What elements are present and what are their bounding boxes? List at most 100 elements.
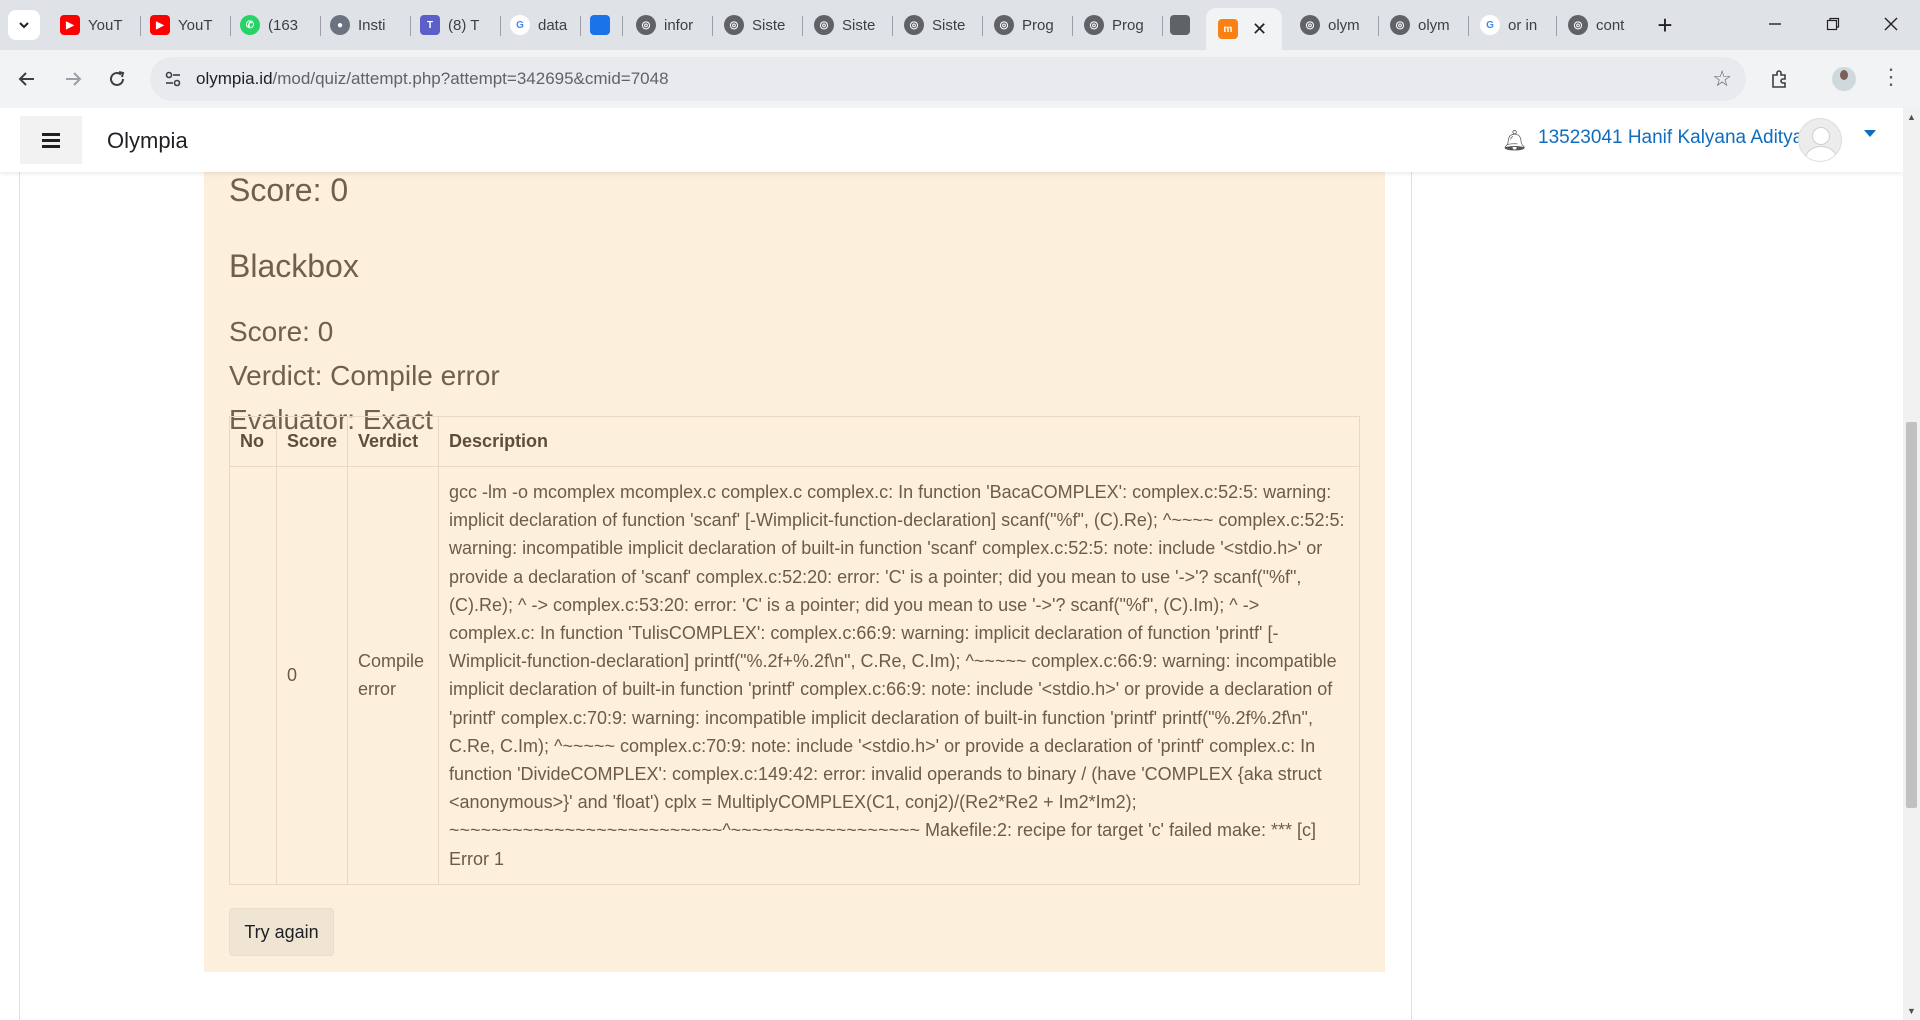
- google-icon: G: [510, 15, 530, 35]
- chevron-down-icon: [19, 22, 29, 29]
- browser-tab[interactable]: ◎ olym: [1290, 10, 1376, 40]
- globe-icon: ◎: [1390, 15, 1410, 35]
- scroll-up-arrow-icon[interactable]: ▲: [1907, 112, 1916, 122]
- browser-tab[interactable]: G or in: [1470, 10, 1556, 40]
- browser-tab[interactable]: ◎ Siste: [714, 10, 800, 40]
- globe-icon: ◎: [904, 15, 924, 35]
- extensions-icon[interactable]: [1766, 66, 1792, 92]
- tab-separator: [1072, 16, 1073, 36]
- browser-tab-strip: ▶ YouT ▶ YouT ✆ (163 ● Insti T (8) T G d…: [0, 0, 1920, 50]
- globe-icon: ◎: [1568, 15, 1588, 35]
- reload-button[interactable]: [100, 62, 134, 96]
- gray-square-icon: [1170, 15, 1190, 35]
- test-feedback-panel: Score: 0 Blackbox Score: 0 Verdict: Comp…: [204, 172, 1385, 972]
- back-button[interactable]: [10, 62, 44, 96]
- hamburger-icon: [42, 132, 60, 148]
- column-header-score: Score: [275, 416, 349, 467]
- tab-separator: [982, 16, 983, 36]
- teams-icon: T: [420, 15, 440, 35]
- notification-bell-icon[interactable]: 🔔︎: [1502, 128, 1527, 153]
- cell-verdict: Compile error: [347, 466, 440, 885]
- site-name[interactable]: Olympia: [107, 128, 188, 154]
- browser-menu-icon[interactable]: ⋮: [1880, 64, 1902, 90]
- try-again-button[interactable]: Try again: [229, 908, 334, 956]
- close-icon: [1884, 17, 1898, 31]
- google-icon: G: [1480, 15, 1500, 35]
- score-line: Score: 0: [229, 316, 334, 347]
- url-host: olympia.id: [196, 69, 273, 88]
- browser-tab[interactable]: G data: [500, 10, 586, 40]
- minimize-icon: [1769, 23, 1781, 25]
- results-table: No Score Verdict Description 0 Compile e…: [229, 416, 1360, 885]
- instagram-icon: ●: [330, 15, 350, 35]
- tab-search-button[interactable]: [8, 10, 40, 40]
- user-name[interactable]: 13523041 Hanif Kalyana Aditya: [1538, 127, 1803, 149]
- restore-icon: [1826, 17, 1840, 31]
- globe-icon: ◎: [994, 15, 1014, 35]
- tab-separator: [622, 16, 623, 36]
- verdict-line: Verdict: Compile error: [229, 360, 500, 391]
- browser-tab[interactable]: ▶ YouT: [50, 10, 136, 40]
- browser-tab[interactable]: [1160, 10, 1204, 40]
- browser-tab[interactable]: ◎ Prog: [1074, 10, 1160, 40]
- blue-square-icon: [590, 15, 610, 35]
- close-icon[interactable]: ✕: [1252, 19, 1267, 40]
- browser-tab[interactable]: ◎ Siste: [894, 10, 980, 40]
- scrollbar-thumb[interactable]: [1906, 422, 1917, 808]
- page-viewport: Olympia 🔔︎ 13523041 Hanif Kalyana Aditya…: [0, 108, 1903, 1020]
- browser-tab[interactable]: ● Insti: [320, 10, 406, 40]
- plus-icon: +: [1657, 9, 1673, 40]
- globe-icon: ◎: [1084, 15, 1104, 35]
- whatsapp-icon: ✆: [240, 15, 260, 35]
- tab-separator: [892, 16, 893, 36]
- hamburger-menu-button[interactable]: [20, 116, 82, 164]
- section-title: Blackbox: [229, 248, 359, 284]
- tab-separator: [1468, 16, 1469, 36]
- user-menu-caret-icon[interactable]: [1864, 130, 1876, 137]
- browser-tab-active[interactable]: m ✕: [1206, 8, 1282, 50]
- browser-tab[interactable]: T (8) T: [410, 10, 496, 40]
- site-settings-icon[interactable]: [150, 70, 196, 88]
- youtube-icon: ▶: [150, 15, 170, 35]
- tab-separator: [712, 16, 713, 36]
- cell-no: [229, 466, 277, 885]
- cell-score: 0: [275, 466, 349, 885]
- tab-separator: [802, 16, 803, 36]
- browser-tab[interactable]: ◎ Siste: [804, 10, 890, 40]
- restore-button[interactable]: [1810, 6, 1856, 42]
- previous-score: Score: 0: [229, 172, 349, 208]
- browser-tab[interactable]: [580, 10, 626, 40]
- url-text: olympia.id/mod/quiz/attempt.php?attempt=…: [196, 69, 669, 89]
- browser-tab[interactable]: ✆ (163: [230, 10, 316, 40]
- globe-icon: ◎: [636, 15, 656, 35]
- table-row: 0 Compile error gcc -lm -o mcomplex mcom…: [229, 466, 1360, 885]
- browser-tab[interactable]: ▶ YouT: [140, 10, 226, 40]
- browser-tab[interactable]: ◎ olym: [1380, 10, 1466, 40]
- close-window-button[interactable]: [1868, 6, 1914, 42]
- page-scrollbar[interactable]: ▲ ▼: [1903, 108, 1920, 1020]
- new-tab-button[interactable]: +: [1650, 10, 1680, 40]
- site-header: Olympia 🔔︎ 13523041 Hanif Kalyana Aditya: [0, 108, 1903, 172]
- forward-arrow-icon: [66, 72, 82, 86]
- address-bar[interactable]: olympia.id/mod/quiz/attempt.php?attempt=…: [150, 57, 1746, 101]
- column-header-description: Description: [438, 416, 1360, 467]
- back-arrow-icon: [18, 72, 34, 86]
- browser-tab[interactable]: ◎ cont: [1558, 10, 1644, 40]
- column-header-no: No: [229, 416, 277, 467]
- tab-separator: [1378, 16, 1379, 36]
- minimize-button[interactable]: [1752, 6, 1798, 42]
- profile-avatar[interactable]: [1832, 67, 1856, 91]
- browser-toolbar: olympia.id/mod/quiz/attempt.php?attempt=…: [0, 50, 1920, 108]
- column-header-verdict: Verdict: [347, 416, 440, 467]
- url-path: /mod/quiz/attempt.php?attempt=342695&cmi…: [272, 69, 669, 88]
- reload-icon: [110, 71, 125, 86]
- scroll-down-arrow-icon[interactable]: ▼: [1907, 1006, 1916, 1016]
- browser-tab[interactable]: ◎ Prog: [984, 10, 1070, 40]
- user-avatar[interactable]: [1798, 118, 1842, 162]
- youtube-icon: ▶: [60, 15, 80, 35]
- globe-icon: ◎: [724, 15, 744, 35]
- forward-button[interactable]: [56, 62, 90, 96]
- moodle-icon: m: [1218, 19, 1238, 39]
- browser-tab[interactable]: ◎ infor: [626, 10, 710, 40]
- bookmark-star-icon[interactable]: ☆: [1712, 66, 1732, 92]
